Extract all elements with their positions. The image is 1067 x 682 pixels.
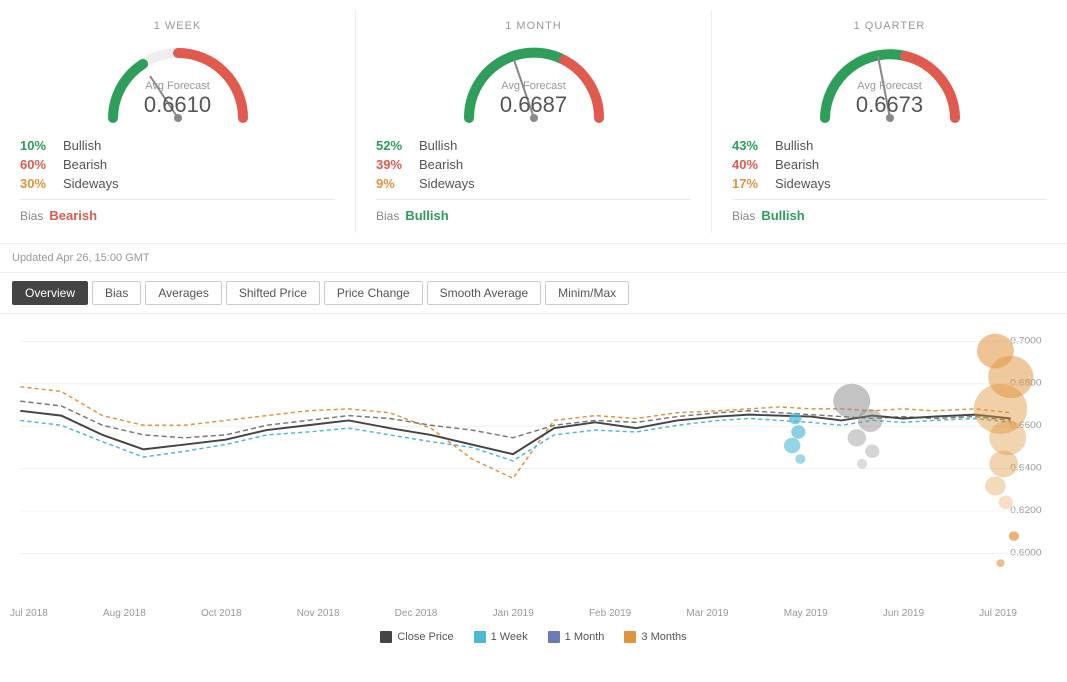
legend-1month-label: 1 Month <box>565 631 605 643</box>
stat-week-sideways: 30% Sideways <box>20 176 335 191</box>
tab-shifted-price[interactable]: Shifted Price <box>226 281 320 305</box>
svg-text:0.6000: 0.6000 <box>1010 548 1042 559</box>
svg-text:0.6200: 0.6200 <box>1010 505 1042 516</box>
stats-week: 10% Bullish 60% Bearish 30% Sideways Bia… <box>20 138 335 223</box>
stat-week-bearish-pct: 60% <box>20 157 55 172</box>
tab-smooth-average[interactable]: Smooth Average <box>427 281 542 305</box>
stat-week-bearish: 60% Bearish <box>20 157 335 172</box>
chart-legend: Close Price 1 Week 1 Month 3 Months <box>0 623 1067 647</box>
bias-week-label: Bias <box>20 209 43 223</box>
stat-quarter-bullish: 43% Bullish <box>732 138 1047 153</box>
legend-close-price-dot <box>380 631 392 643</box>
x-label-may2019: May 2019 <box>784 608 828 619</box>
gauge-week-value: 0.6610 <box>98 92 258 118</box>
legend-close-price-label: Close Price <box>397 631 453 643</box>
bias-quarter: Bias Bullish <box>732 208 1047 223</box>
legend-1week-label: 1 Week <box>491 631 528 643</box>
tab-overview[interactable]: Overview <box>12 281 88 305</box>
legend-1week: 1 Week <box>474 631 528 643</box>
x-label-jul2019: Jul 2019 <box>979 608 1017 619</box>
panel-week-title: 1 WEEK <box>20 20 335 32</box>
tab-minim-max[interactable]: Minim/Max <box>545 281 629 305</box>
bias-quarter-label: Bias <box>732 209 755 223</box>
x-label-oct2018: Oct 2018 <box>201 608 242 619</box>
gauge-month: Avg Forecast 0.6687 <box>454 38 614 128</box>
svg-text:0.7000: 0.7000 <box>1010 336 1042 347</box>
gauge-quarter-value: 0.6673 <box>810 92 970 118</box>
stat-quarter-bearish-pct: 40% <box>732 157 767 172</box>
panel-quarter: 1 QUARTER Avg Forecast 0.6673 43% Bullis… <box>712 10 1067 233</box>
panel-month-title: 1 MONTH <box>376 20 691 32</box>
stat-week-sideways-pct: 30% <box>20 176 55 191</box>
stat-quarter-sideways-pct: 17% <box>732 176 767 191</box>
tab-averages[interactable]: Averages <box>145 281 221 305</box>
top-panels: 1 WEEK Avg Forecast 0.6610 10% Bullis <box>0 0 1067 244</box>
tab-bias[interactable]: Bias <box>92 281 141 305</box>
x-axis: Jul 2018 Aug 2018 Oct 2018 Nov 2018 Dec … <box>0 604 1067 623</box>
panel-quarter-title: 1 QUARTER <box>732 20 1047 32</box>
bias-month-value: Bullish <box>405 208 448 223</box>
x-label-dec2018: Dec 2018 <box>395 608 438 619</box>
stat-quarter-bullish-pct: 43% <box>732 138 767 153</box>
stat-month-bullish: 52% Bullish <box>376 138 691 153</box>
stat-week-bullish: 10% Bullish <box>20 138 335 153</box>
x-label-nov2018: Nov 2018 <box>297 608 340 619</box>
legend-close-price: Close Price <box>380 631 453 643</box>
legend-1month-dot <box>548 631 560 643</box>
bias-month: Bias Bullish <box>376 208 691 223</box>
stat-week-bullish-pct: 10% <box>20 138 55 153</box>
bias-week: Bias Bearish <box>20 208 335 223</box>
update-text: Updated Apr 26, 15:00 GMT <box>12 252 150 264</box>
legend-3months-label: 3 Months <box>641 631 686 643</box>
panel-week: 1 WEEK Avg Forecast 0.6610 10% Bullis <box>0 10 356 233</box>
x-label-jul2018: Jul 2018 <box>10 608 48 619</box>
gauge-week: Avg Forecast 0.6610 <box>98 38 258 128</box>
x-label-aug2018: Aug 2018 <box>103 608 146 619</box>
x-label-jan2019: Jan 2019 <box>493 608 534 619</box>
panel-month: 1 MONTH Avg Forecast 0.6687 52% Bullish <box>356 10 712 233</box>
gauge-month-value: 0.6687 <box>454 92 614 118</box>
stat-quarter-sideways: 17% Sideways <box>732 176 1047 191</box>
stat-month-sideways: 9% Sideways <box>376 176 691 191</box>
legend-3months: 3 Months <box>624 631 686 643</box>
stats-quarter: 43% Bullish 40% Bearish 17% Sideways Bia… <box>732 138 1047 223</box>
stat-month-bearish: 39% Bearish <box>376 157 691 172</box>
bias-month-label: Bias <box>376 209 399 223</box>
gauge-quarter: Avg Forecast 0.6673 <box>810 38 970 128</box>
x-label-mar2019: Mar 2019 <box>686 608 728 619</box>
update-bar: Updated Apr 26, 15:00 GMT <box>0 244 1067 273</box>
x-label-feb2019: Feb 2019 <box>589 608 631 619</box>
tabs-bar: Overview Bias Averages Shifted Price Pri… <box>0 273 1067 314</box>
stat-month-sideways-pct: 9% <box>376 176 411 191</box>
gauge-month-label: Avg Forecast <box>454 80 614 92</box>
stat-month-bearish-pct: 39% <box>376 157 411 172</box>
legend-1month: 1 Month <box>548 631 605 643</box>
legend-3months-dot <box>624 631 636 643</box>
legend-1week-dot <box>474 631 486 643</box>
tab-price-change[interactable]: Price Change <box>324 281 423 305</box>
main-chart: 0.7000 0.6800 0.6600 0.6400 0.6200 0.600… <box>10 324 1057 594</box>
gauge-quarter-label: Avg Forecast <box>810 80 970 92</box>
gauge-week-label: Avg Forecast <box>98 80 258 92</box>
stat-quarter-bearish: 40% Bearish <box>732 157 1047 172</box>
chart-area: 0.7000 0.6800 0.6600 0.6400 0.6200 0.600… <box>0 314 1067 604</box>
stat-month-bullish-pct: 52% <box>376 138 411 153</box>
bias-week-value: Bearish <box>49 208 97 223</box>
x-label-jun2019: Jun 2019 <box>883 608 924 619</box>
stats-month: 52% Bullish 39% Bearish 9% Sideways Bias… <box>376 138 691 223</box>
bias-quarter-value: Bullish <box>761 208 804 223</box>
